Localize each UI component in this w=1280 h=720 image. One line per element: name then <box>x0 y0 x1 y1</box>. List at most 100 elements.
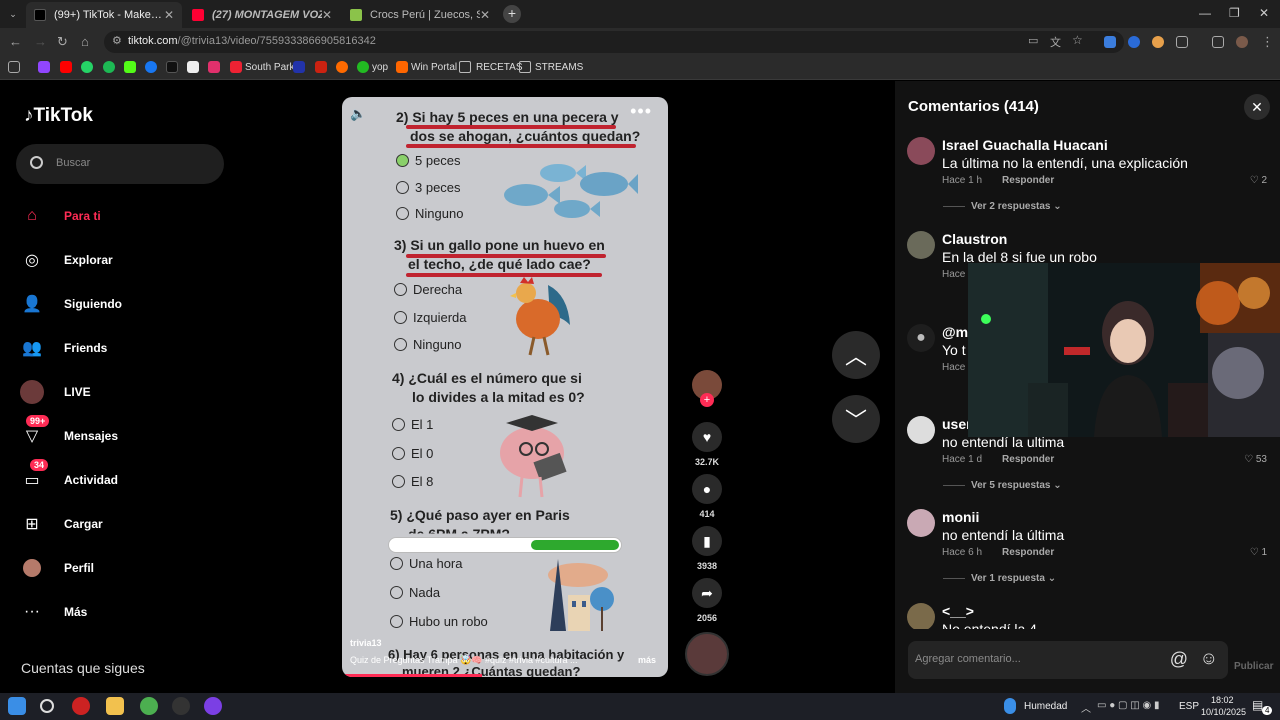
install-icon[interactable]: ▭ <box>1028 34 1038 47</box>
follow-plus-icon[interactable]: + <box>700 393 714 407</box>
sidebar-item-friends[interactable]: 👥 Friends <box>20 336 107 360</box>
chrome-icon[interactable] <box>140 697 158 715</box>
close-tab-icon[interactable]: ✕ <box>322 8 332 22</box>
sidebar-item-siguiendo[interactable]: 👤 Siguiendo <box>20 292 122 316</box>
restore-icon[interactable]: ❐ <box>1229 6 1240 20</box>
avatar[interactable] <box>907 137 935 165</box>
facebook-bookmark-icon[interactable] <box>145 61 157 73</box>
avatar[interactable] <box>907 509 935 537</box>
comment-author[interactable]: @m <box>942 324 968 340</box>
clock-date[interactable]: 10/10/2025 <box>1201 707 1246 717</box>
youtube-bookmark-icon[interactable] <box>60 61 72 73</box>
reply-button[interactable]: Responder <box>1002 175 1054 186</box>
profile-avatar[interactable] <box>1236 36 1248 48</box>
next-video-button[interactable]: ﹀ <box>832 395 880 443</box>
comment-button[interactable]: ● 414 <box>688 474 726 519</box>
view-replies-button[interactable]: Ver 2 respuestas ⌄ <box>943 201 1062 212</box>
sidebar-item-para-ti[interactable]: ⌂ Para ti <box>20 204 101 228</box>
close-tab-icon[interactable]: ✕ <box>480 8 490 22</box>
search-icon[interactable] <box>40 699 54 713</box>
sidebar-item-explorar[interactable]: ◎ Explorar <box>20 248 113 272</box>
sidebar-item-mas[interactable]: ··· Más <box>20 600 87 624</box>
share-button[interactable]: ➦ 2056 <box>688 578 726 623</box>
post-comment-button[interactable]: Publicar <box>1234 661 1273 672</box>
extension-translate-icon[interactable] <box>1104 36 1116 48</box>
default-user-icon[interactable]: ● <box>907 324 935 352</box>
amazon-bookmark-icon[interactable] <box>187 61 199 73</box>
close-icon[interactable]: ✕ <box>1244 94 1270 120</box>
comment-author[interactable]: <__> <box>942 603 974 619</box>
close-tab-icon[interactable]: ✕ <box>164 8 174 22</box>
comment-like-button[interactable]: ♡ 1 <box>1250 547 1267 558</box>
avatar[interactable] <box>907 603 935 629</box>
extensions-puzzle-icon[interactable] <box>1176 36 1188 48</box>
instagram-bookmark-icon[interactable] <box>208 61 220 73</box>
sidebar-item-perfil[interactable]: Perfil <box>20 556 94 580</box>
video-player[interactable]: 🔈 ••• 2) Si hay 5 peces en una pecera y … <box>342 97 668 677</box>
reading-list-icon[interactable] <box>1212 36 1224 48</box>
close-window-icon[interactable]: ✕ <box>1259 6 1269 20</box>
reply-button[interactable]: Responder <box>1002 547 1054 558</box>
file-explorer-icon[interactable] <box>106 697 124 715</box>
new-tab-button[interactable]: + <box>503 5 521 23</box>
avatar[interactable] <box>907 231 935 259</box>
tray-icons[interactable]: ▭ ● ▢ ◫ ◉ ▮ <box>1097 700 1160 711</box>
bookmark-south-park[interactable]: South Park <box>245 62 294 73</box>
bookmark-streams[interactable]: STREAMS <box>535 62 583 73</box>
save-button[interactable]: ▮ 3938 <box>688 526 726 571</box>
creator-avatar[interactable]: + <box>688 370 726 407</box>
tray-chevron-icon[interactable]: ︿ <box>1081 700 1091 715</box>
emoji-icon[interactable]: ☺ <box>1200 648 1218 669</box>
view-replies-button[interactable]: Ver 5 respuestas ⌄ <box>943 480 1062 491</box>
view-replies-button[interactable]: Ver 1 respuesta ⌄ <box>943 573 1056 584</box>
spotify-bookmark-icon[interactable] <box>103 61 115 73</box>
extension-audio-icon[interactable] <box>1128 36 1140 48</box>
bookmark-win-portal[interactable]: Win Portal <box>411 62 457 73</box>
sidebar-item-cargar[interactable]: ⊞ Cargar <box>20 512 102 536</box>
reply-button[interactable]: Responder <box>1002 454 1054 465</box>
tab-youtube[interactable]: (27) MONTAGEM VOZES TALE... ✕ <box>184 2 340 28</box>
minimize-icon[interactable]: — <box>1199 6 1211 20</box>
sidebar-item-actividad[interactable]: ▭ 34 Actividad <box>20 459 118 492</box>
bookmark-recetas[interactable]: RECETAS <box>476 62 523 73</box>
home-icon[interactable]: ⌂ <box>81 34 89 49</box>
bookmark-star-icon[interactable]: ☆ <box>1072 33 1083 47</box>
taskbar-app-icon[interactable] <box>204 697 222 715</box>
tab-tiktok[interactable]: (99+) TikTok - Make Your D... ✕ <box>26 2 182 28</box>
bookmark-icon[interactable] <box>315 61 327 73</box>
reload-icon[interactable]: ↻ <box>57 34 68 50</box>
kick-bookmark-icon[interactable] <box>124 61 136 73</box>
like-button[interactable]: ♥ 32.7K <box>688 422 726 467</box>
comment-author[interactable]: Israel Guachalla Huacani <box>942 137 1108 153</box>
extension-icon[interactable] <box>1152 36 1164 48</box>
video-author[interactable]: trivia13 <box>350 638 382 648</box>
comment-input[interactable]: Agregar comentario... @ ☺ <box>908 641 1228 679</box>
tiktok-bookmark-icon[interactable] <box>166 61 178 73</box>
apps-grid-icon[interactable] <box>8 61 20 73</box>
comment-like-button[interactable]: ♡ 2 <box>1250 175 1267 186</box>
obs-icon[interactable] <box>172 697 190 715</box>
bookmark-yop[interactable]: yop <box>372 62 388 73</box>
previous-video-button[interactable]: ︿ <box>832 331 880 379</box>
video-progress-bar[interactable] <box>342 674 483 677</box>
site-info-icon[interactable]: ⚙ <box>112 34 122 47</box>
mention-at-icon[interactable]: @ <box>1170 649 1188 670</box>
search-input[interactable]: Buscar <box>16 144 224 184</box>
weather-label[interactable]: Humedad <box>1024 701 1067 712</box>
comment-author[interactable]: Claustron <box>942 231 1007 247</box>
tab-list-icon[interactable]: ⌄ <box>4 6 22 22</box>
avatar[interactable] <box>907 416 935 444</box>
music-disc[interactable] <box>684 632 730 676</box>
tab-crocs[interactable]: Crocs Perú | Zuecos, Sandalias... ✕ <box>342 2 498 28</box>
clock-time[interactable]: 18:02 <box>1211 695 1234 705</box>
language-indicator[interactable]: ESP <box>1179 701 1199 712</box>
forward-icon[interactable]: → <box>34 34 47 49</box>
comment-author[interactable]: monii <box>942 509 979 525</box>
taskbar-app-icon[interactable] <box>72 697 90 715</box>
volume-icon[interactable]: 🔈 <box>350 106 366 122</box>
bookmark-icon[interactable] <box>293 61 305 73</box>
tiktok-logo[interactable]: ♪TikTok <box>24 105 93 127</box>
menu-icon[interactable]: ⋮ <box>1261 34 1274 50</box>
start-icon[interactable] <box>8 697 26 715</box>
more-options-icon[interactable]: ••• <box>630 101 652 122</box>
